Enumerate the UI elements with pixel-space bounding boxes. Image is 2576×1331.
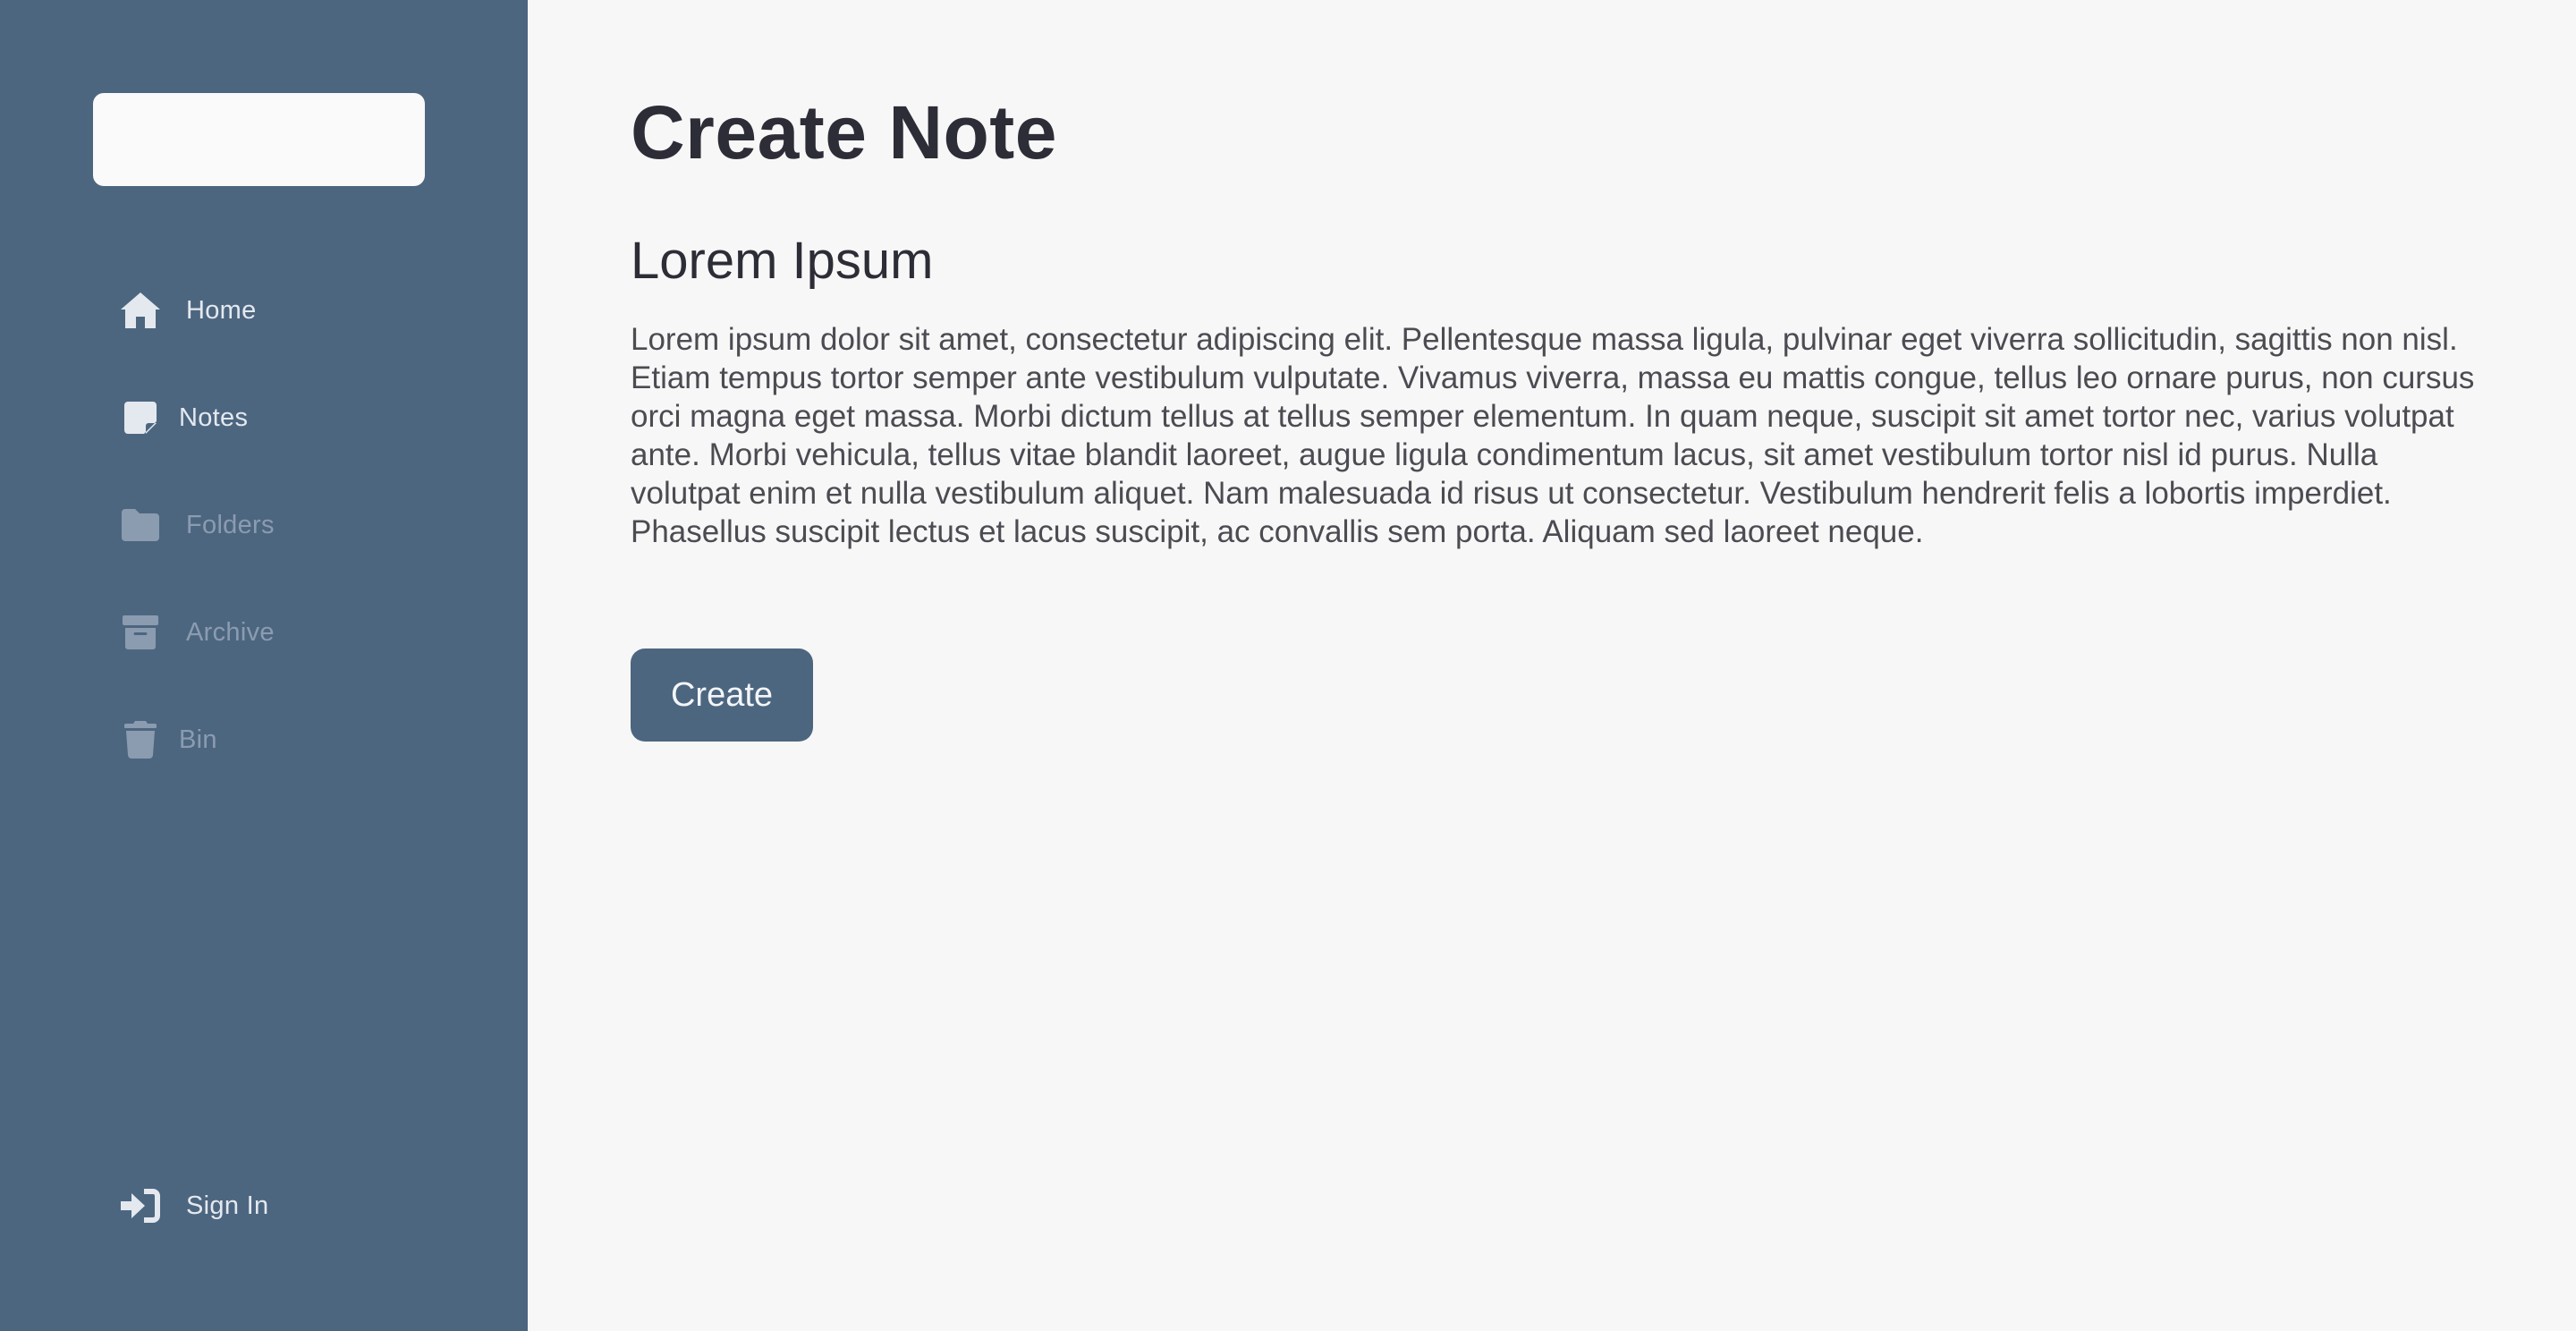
- logo-placeholder[interactable]: [93, 93, 425, 186]
- app-window: Home Notes Folders Archive Bin Sign In C…: [0, 0, 2576, 1331]
- sign-in-icon: [120, 1185, 161, 1226]
- folder-icon: [120, 504, 161, 546]
- sidebar-item-notes[interactable]: Notes: [120, 395, 248, 440]
- sidebar-item-label: Folders: [186, 510, 275, 539]
- sidebar-item-label: Sign In: [186, 1191, 269, 1220]
- sidebar-item-sign-in[interactable]: Sign In: [120, 1183, 268, 1228]
- sidebar-item-home[interactable]: Home: [120, 288, 257, 333]
- note-title[interactable]: Lorem Ipsum: [631, 231, 933, 291]
- sidebar-item-label: Home: [186, 295, 257, 325]
- sidebar: Home Notes Folders Archive Bin Sign In: [0, 0, 528, 1331]
- sidebar-item-label: Notes: [179, 403, 249, 432]
- trash-icon: [120, 719, 161, 760]
- page-title: Create Note: [631, 90, 1057, 174]
- home-icon: [120, 290, 161, 331]
- sidebar-item-folders[interactable]: Folders: [120, 503, 275, 547]
- sidebar-item-label: Archive: [186, 617, 275, 647]
- note-icon: [120, 397, 161, 438]
- archive-icon: [120, 612, 161, 653]
- sidebar-item-label: Bin: [179, 725, 217, 754]
- sidebar-item-archive[interactable]: Archive: [120, 610, 275, 655]
- create-button[interactable]: Create: [631, 649, 813, 742]
- sidebar-item-bin[interactable]: Bin: [120, 717, 217, 762]
- note-body[interactable]: Lorem ipsum dolor sit amet, consectetur …: [631, 320, 2491, 551]
